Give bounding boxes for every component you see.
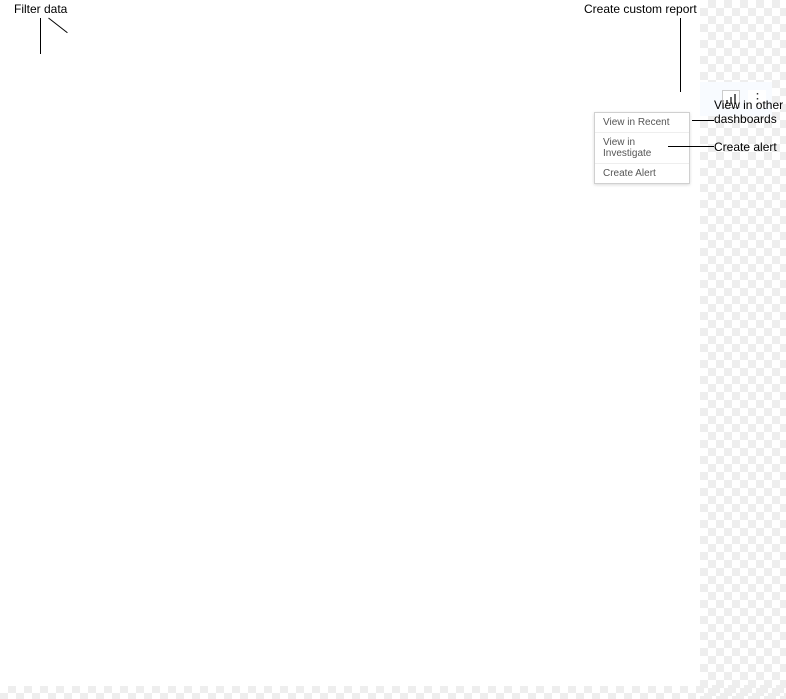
annot-other-dash: View in other dashboards: [714, 98, 786, 126]
annot-create-alert: Create alert: [714, 140, 777, 154]
context-menu: View in Recent View in Investigate Creat…: [594, 112, 690, 184]
annot-filter: Filter data: [14, 2, 67, 16]
menu-view-recent[interactable]: View in Recent: [595, 113, 689, 132]
annot-custom-report: Create custom report: [584, 2, 697, 16]
menu-create-alert[interactable]: Create Alert: [595, 163, 689, 183]
menu-view-investigate[interactable]: View in Investigate: [595, 132, 689, 163]
transparency-bg-bottom: [0, 685, 786, 699]
